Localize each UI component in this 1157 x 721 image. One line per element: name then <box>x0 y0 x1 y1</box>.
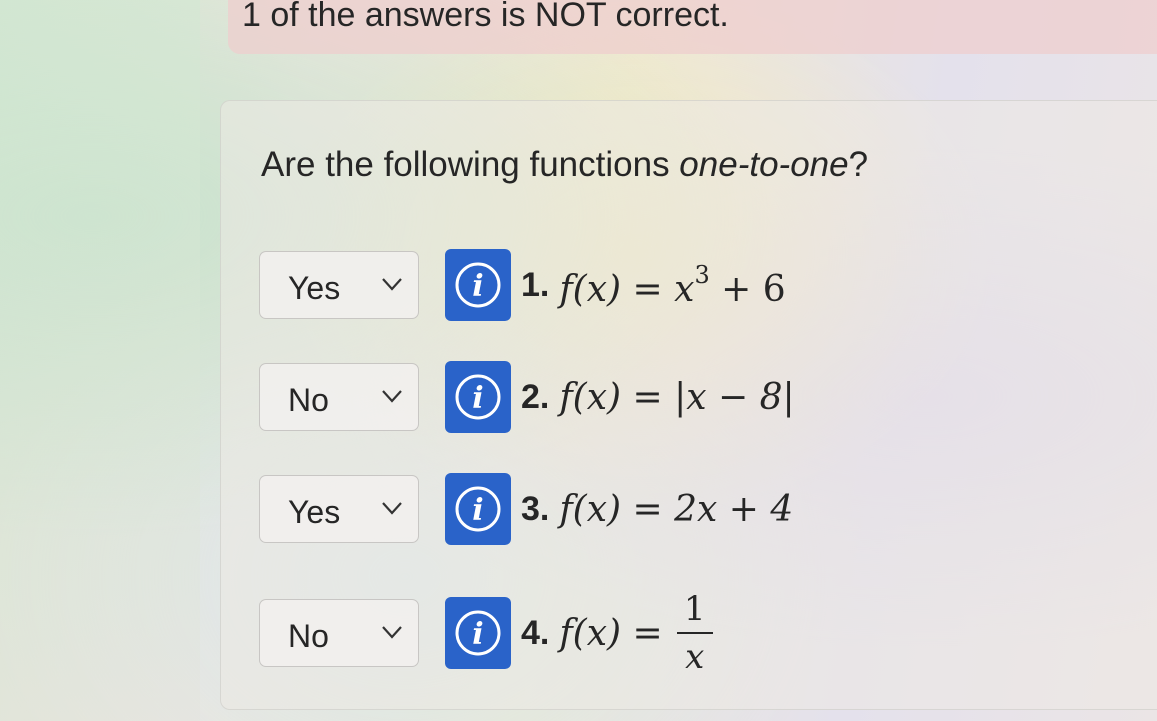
answer-select-3[interactable]: Yes <box>259 475 419 543</box>
prompt-suffix: ? <box>848 145 869 184</box>
question-row-1: Yes i 1. f(x) = x3 + 6 <box>259 247 899 323</box>
svg-text:i: i <box>472 381 483 416</box>
lhs: f(x) = <box>559 268 675 310</box>
equation-1: 1. f(x) = x3 + 6 <box>521 247 786 323</box>
info-icon: i <box>455 610 501 656</box>
select-value: Yes <box>288 270 341 306</box>
select-value: No <box>288 618 329 654</box>
fraction-numerator: 1 <box>683 589 706 629</box>
chevron-down-icon <box>382 502 402 515</box>
fraction-bar <box>676 632 713 634</box>
info-icon: i <box>455 486 501 532</box>
info-button-3[interactable]: i <box>445 473 511 545</box>
equation-3: 3. f(x) = 2x + 4 <box>521 471 793 547</box>
left-margin <box>0 0 200 721</box>
chevron-down-icon <box>382 390 402 403</box>
lhs: f(x) = <box>559 612 663 654</box>
answer-select-1[interactable]: Yes <box>259 251 419 319</box>
info-button-2[interactable]: i <box>445 361 511 433</box>
prompt-emphasis: one-to-one <box>679 145 849 184</box>
question-card: Are the following functions one-to-one? … <box>220 100 1157 710</box>
svg-text:i: i <box>472 493 483 528</box>
equation-math: f(x) = |x − 8| <box>559 376 795 418</box>
info-button-4[interactable]: i <box>445 597 511 669</box>
rhs-base: x <box>674 268 695 310</box>
question-row-3: Yes i 3. f(x) = 2x + 4 <box>259 471 899 547</box>
alert-message: 1 of the answers is NOT correct. <box>242 0 729 34</box>
question-row-2: No i 2. f(x) = |x − 8| <box>259 359 899 435</box>
equation-2: 2. f(x) = |x − 8| <box>521 359 795 435</box>
equation-4: 4. f(x) = 1 x <box>521 590 713 676</box>
question-row-4: No i 4. f(x) = 1 x <box>259 590 899 676</box>
equation-math: f(x) = 2x + 4 <box>559 488 794 530</box>
prompt-prefix: Are the following functions <box>261 145 680 184</box>
item-number: 4. <box>521 613 550 652</box>
fraction: 1 x <box>676 589 713 677</box>
svg-text:i: i <box>472 269 483 304</box>
question-prompt: Are the following functions one-to-one? <box>261 145 868 185</box>
exponent: 3 <box>694 260 710 289</box>
info-icon: i <box>455 262 501 308</box>
chevron-down-icon <box>382 626 402 639</box>
item-number: 2. <box>521 377 550 416</box>
item-number: 3. <box>521 489 550 528</box>
answer-select-4[interactable]: No <box>259 599 419 667</box>
answer-select-2[interactable]: No <box>259 363 419 431</box>
select-value: No <box>288 382 329 418</box>
fraction-denominator: x <box>685 637 705 677</box>
info-button-1[interactable]: i <box>445 249 511 321</box>
svg-text:i: i <box>472 617 483 652</box>
rhs-tail: + 6 <box>709 268 786 310</box>
alert-banner: 1 of the answers is NOT correct. <box>228 0 1157 54</box>
chevron-down-icon <box>382 278 402 291</box>
select-value: Yes <box>288 494 341 530</box>
item-number: 1. <box>521 265 550 304</box>
equation-math: f(x) = x3 + 6 <box>559 261 785 310</box>
info-icon: i <box>455 374 501 420</box>
